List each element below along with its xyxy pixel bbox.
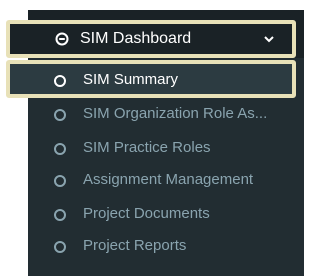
- sidebar-item-project-reports[interactable]: Project Reports: [28, 232, 304, 264]
- sidebar-item-sim-organization-role-assignment[interactable]: SIM Organization Role As...: [28, 100, 304, 132]
- sidebar-item-sim-summary[interactable]: SIM Summary: [28, 66, 304, 98]
- sidebar-menu-sim-dashboard[interactable]: SIM Dashboard: [6, 20, 296, 58]
- sidebar-item-label: Project Documents: [83, 205, 210, 222]
- sidebar-item-label: SIM Practice Roles: [83, 139, 211, 156]
- sidebar-item-label: SIM Organization Role As...: [83, 105, 268, 122]
- circle-icon: [54, 175, 66, 187]
- sidebar-screenshot: SIM Dashboard SIM Summary SIM Organizati…: [0, 0, 304, 276]
- circle-icon: [54, 143, 66, 155]
- sidebar-item-project-documents[interactable]: Project Documents: [28, 200, 304, 232]
- sidebar-menu-label: SIM Dashboard: [80, 30, 192, 47]
- circle-icon: [54, 109, 66, 121]
- sidebar-item-label: Project Reports: [83, 237, 187, 254]
- circle-icon: [54, 209, 66, 221]
- sidebar-item-label: SIM Summary: [83, 71, 179, 88]
- sidebar-item-assignment-management[interactable]: Assignment Management: [28, 166, 304, 198]
- circle-icon: [54, 241, 66, 253]
- sidebar-item-label: Assignment Management: [83, 171, 254, 188]
- sidebar-item-sim-practice-roles[interactable]: SIM Practice Roles: [28, 134, 304, 166]
- circle-icon: [54, 75, 66, 87]
- chevron-down-icon[interactable]: [262, 32, 276, 46]
- dashboard-icon: [55, 32, 69, 46]
